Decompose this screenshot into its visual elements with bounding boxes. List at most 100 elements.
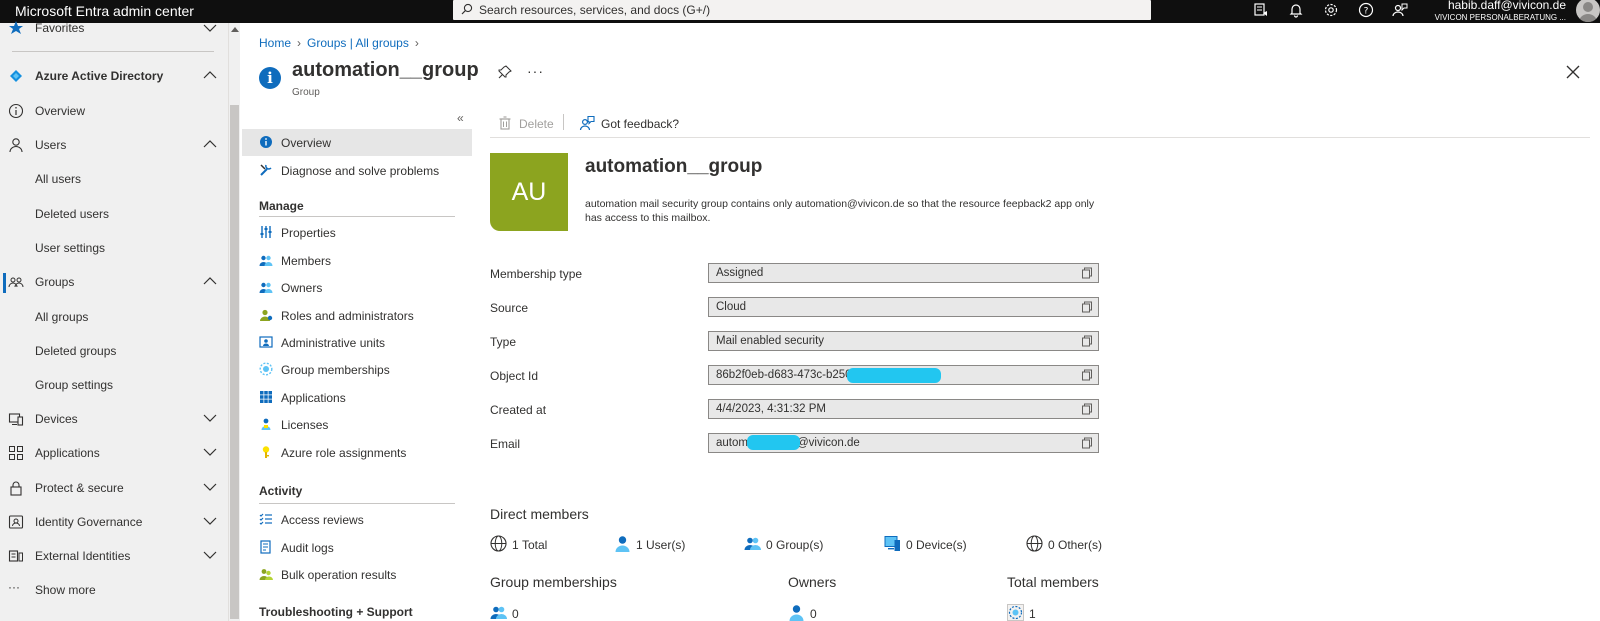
- group-avatar: AU: [490, 153, 568, 231]
- stat-total[interactable]: 1 Total: [490, 535, 560, 553]
- search-input[interactable]: Search resources, services, and docs (G+…: [479, 3, 710, 17]
- top-bar: Microsoft Entra admin center Search reso…: [0, 0, 1600, 23]
- feedback-label: Got feedback?: [601, 117, 680, 131]
- applications-icon: [9, 446, 23, 460]
- menu-group-memberships[interactable]: Group memberships: [242, 356, 472, 383]
- nav-azure-active-directory[interactable]: Azure Active Directory: [0, 60, 228, 92]
- menu-azure-role-assignments[interactable]: Azure role assignments: [242, 439, 472, 466]
- nav-all-users[interactable]: All users: [0, 163, 228, 195]
- nav-protect-secure[interactable]: Protect & secure: [0, 472, 228, 504]
- copy-icon[interactable]: [1081, 335, 1093, 347]
- total-members-stat[interactable]: 1: [1007, 604, 1047, 621]
- chevron-down-icon: [203, 551, 217, 559]
- nav-devices[interactable]: Devices: [0, 403, 228, 435]
- nav-overview[interactable]: Overview: [0, 95, 228, 127]
- stat-groups-num: 0: [766, 538, 773, 552]
- menu-overview[interactable]: Overview: [242, 129, 472, 156]
- menu-bulk-operation-results[interactable]: Bulk operation results: [242, 561, 472, 588]
- scroll-up-icon[interactable]: [231, 27, 239, 32]
- nav-scrollbar[interactable]: [228, 23, 240, 621]
- nav-favorites-label: Favorites: [35, 21, 85, 35]
- copy-icon[interactable]: [1081, 437, 1093, 449]
- menu-label: Access reviews: [281, 513, 364, 527]
- global-search[interactable]: Search resources, services, and docs (G+…: [453, 0, 1151, 20]
- key-icon: [262, 446, 270, 458]
- group-memberships-icon: [259, 362, 273, 376]
- menu-label: Administrative units: [281, 336, 386, 350]
- menu-administrative-units[interactable]: Administrative units: [242, 329, 472, 356]
- breadcrumb-groups[interactable]: Groups | All groups: [307, 36, 409, 50]
- nav-identity-governance[interactable]: Identity Governance: [0, 506, 228, 538]
- menu-audit-logs[interactable]: Audit logs: [242, 534, 472, 561]
- collapse-menu-icon[interactable]: «: [457, 111, 464, 125]
- avatar[interactable]: [1576, 0, 1600, 22]
- menu-applications[interactable]: Applications: [242, 384, 472, 411]
- copy-icon[interactable]: [1081, 369, 1093, 381]
- menu-properties[interactable]: Properties: [242, 219, 472, 246]
- nav-external-identities[interactable]: External Identities: [0, 540, 228, 572]
- copy-icon[interactable]: [1081, 267, 1093, 279]
- menu-label: Azure role assignments: [281, 446, 407, 460]
- bell-icon[interactable]: [1287, 1, 1305, 19]
- close-icon[interactable]: [1566, 65, 1580, 79]
- stat-groups[interactable]: 0 Group(s): [744, 535, 844, 553]
- nav-all-groups[interactable]: All groups: [0, 301, 228, 333]
- stat-total-num: 1: [512, 538, 519, 552]
- copy-icon[interactable]: [1081, 301, 1093, 313]
- email-field[interactable]: automa @vivicon.de: [708, 433, 1099, 453]
- gear-icon[interactable]: [1322, 1, 1340, 19]
- feedback-icon[interactable]: [1391, 1, 1409, 19]
- more-options-icon[interactable]: ···: [527, 63, 544, 79]
- menu-diagnose[interactable]: Diagnose and solve problems: [242, 157, 472, 184]
- bulk-operations-icon: [259, 569, 273, 580]
- nav-show-more[interactable]: ··· Show more: [0, 574, 228, 606]
- nav-deleted-users[interactable]: Deleted users: [0, 198, 228, 230]
- stat-users[interactable]: 1 User(s): [614, 535, 704, 553]
- scroll-thumb[interactable]: [230, 105, 239, 619]
- nav-divider: [12, 51, 214, 52]
- menu-members[interactable]: Members: [242, 247, 472, 274]
- administrative-units-icon: [259, 336, 273, 348]
- menu-roles-administrators[interactable]: Roles and administrators: [242, 302, 472, 329]
- chevron-up-icon: [203, 277, 217, 285]
- type-field[interactable]: Mail enabled security: [708, 331, 1099, 351]
- stat-others-label: Other(s): [1058, 538, 1103, 552]
- membership-type-field[interactable]: Assigned: [708, 263, 1099, 283]
- membership-type-value: Assigned: [716, 267, 764, 279]
- nav-label: External Identities: [35, 549, 131, 563]
- chevron-down-icon: [203, 517, 217, 525]
- menu-licenses[interactable]: Licenses: [242, 411, 472, 438]
- nav-users[interactable]: Users: [0, 129, 228, 161]
- user-email[interactable]: habib.daff@vivicon.de: [1448, 0, 1566, 12]
- source-field[interactable]: Cloud: [708, 297, 1099, 317]
- portal-switch-icon[interactable]: [1252, 1, 1270, 19]
- stat-devices[interactable]: 0 Device(s): [884, 535, 984, 553]
- menu-access-reviews[interactable]: Access reviews: [242, 506, 472, 533]
- pin-icon[interactable]: [498, 65, 512, 79]
- group-memberships-value: 0: [512, 607, 519, 621]
- email-label: Email: [490, 437, 521, 451]
- object-id-field[interactable]: 86b2f0eb-d683-473c-b250-76: [708, 365, 1099, 385]
- nav-deleted-groups[interactable]: Deleted groups: [0, 335, 228, 367]
- help-icon[interactable]: ?: [1357, 1, 1375, 19]
- owners-stat[interactable]: 0: [788, 604, 828, 621]
- left-navigation: Favorites Azure Active Directory Overvie…: [0, 21, 228, 621]
- menu-label: Roles and administrators: [281, 309, 414, 323]
- nav-favorites[interactable]: Favorites: [0, 11, 228, 43]
- menu-label: Overview: [281, 136, 332, 150]
- stat-others[interactable]: 0 Other(s): [1026, 535, 1102, 553]
- info-icon: [260, 136, 272, 148]
- email-value-suffix: @vivicon.de: [797, 437, 860, 449]
- group-memberships-icon: [1007, 604, 1024, 621]
- group-memberships-stat[interactable]: 0: [490, 604, 530, 621]
- nav-applications[interactable]: Applications: [0, 437, 228, 469]
- nav-user-settings[interactable]: User settings: [0, 232, 228, 264]
- copy-icon[interactable]: [1081, 403, 1093, 415]
- menu-owners[interactable]: Owners: [242, 274, 472, 301]
- created-at-field[interactable]: 4/4/2023, 4:31:32 PM: [708, 399, 1099, 419]
- nav-groups[interactable]: Groups: [0, 266, 228, 298]
- access-reviews-icon: [259, 513, 272, 525]
- breadcrumb-home[interactable]: Home: [259, 36, 291, 50]
- nav-group-settings[interactable]: Group settings: [0, 369, 228, 401]
- roles-icon: [260, 309, 273, 321]
